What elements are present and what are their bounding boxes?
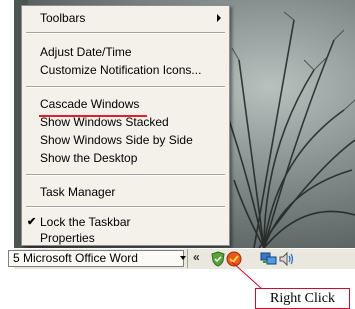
callout-label: Right Click (270, 291, 335, 306)
right-click-callout: Right Click (255, 288, 350, 309)
callout-pointer-line (231, 261, 263, 290)
